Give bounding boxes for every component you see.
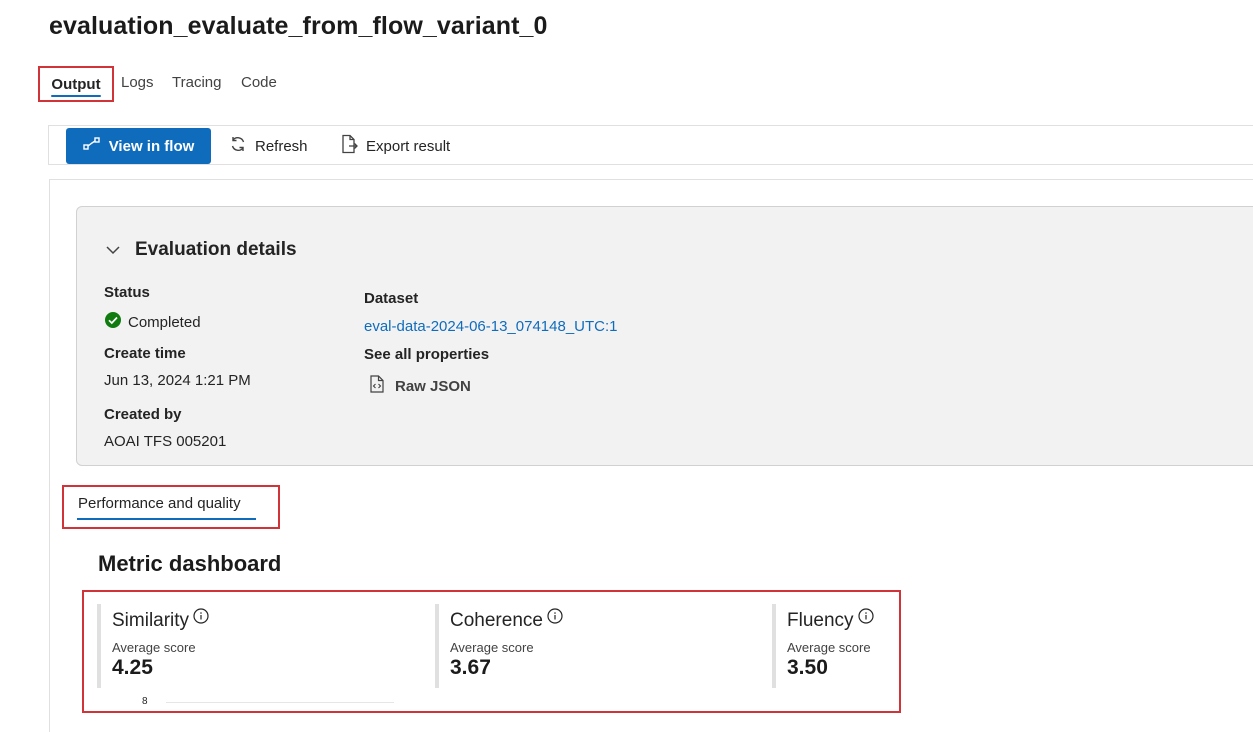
metric-value: 4.25 <box>112 656 153 679</box>
evaluation-details-card: Evaluation details Status Completed Crea… <box>76 206 1253 466</box>
metric-subtitle: Average score <box>787 640 871 655</box>
tab-code[interactable]: Code <box>241 66 277 102</box>
create-time-value: Jun 13, 2024 1:21 PM <box>104 372 251 389</box>
status-text: Completed <box>128 313 201 331</box>
created-by-label: Created by <box>104 406 182 423</box>
refresh-label: Refresh <box>255 137 308 155</box>
see-all-properties-label: See all properties <box>364 346 490 363</box>
metric-name: Fluency <box>787 610 854 631</box>
raw-json-label: Raw JSON <box>395 377 471 395</box>
view-in-flow-label: View in flow <box>108 137 195 155</box>
chart-axis-line <box>166 702 394 703</box>
metric-dashboard-title: Metric dashboard <box>98 551 282 576</box>
tab-selected-indicator <box>51 95 101 97</box>
performance-tab-label: Performance and quality <box>78 495 241 512</box>
flow-icon <box>83 137 101 155</box>
evaluation-details-toggle[interactable]: Evaluation details <box>105 239 297 261</box>
page-title: evaluation_evaluate_from_flow_variant_0 <box>49 12 548 40</box>
metric-value: 3.50 <box>787 656 828 679</box>
refresh-button[interactable]: Refresh <box>229 128 308 164</box>
info-icon[interactable] <box>857 608 874 630</box>
status-value: Completed <box>104 311 201 333</box>
metric-subtitle: Average score <box>450 640 534 655</box>
evaluation-details-title: Evaluation details <box>135 239 297 260</box>
chart-axis-tick: 8 <box>142 696 148 707</box>
dataset-link[interactable]: eval-data-2024-06-13_074148_UTC:1 <box>364 318 618 335</box>
raw-json-button[interactable]: Raw JSON <box>369 375 471 397</box>
metric-card-coherence: Coherence Average score 3.67 <box>435 604 563 688</box>
status-label: Status <box>104 284 150 301</box>
info-icon[interactable] <box>547 608 563 630</box>
create-time-label: Create time <box>104 345 186 362</box>
tab-selected-indicator <box>77 518 256 520</box>
tab-tracing[interactable]: Tracing <box>172 66 221 102</box>
refresh-icon <box>229 135 247 157</box>
metric-card-fluency: Fluency Average score 3.50 <box>772 604 874 688</box>
export-document-icon <box>340 134 358 158</box>
code-file-icon <box>369 375 385 397</box>
dataset-label: Dataset <box>364 290 419 307</box>
export-result-button[interactable]: Export result <box>340 128 450 164</box>
metric-subtitle: Average score <box>112 640 196 655</box>
info-icon[interactable] <box>193 608 209 630</box>
export-result-label: Export result <box>366 137 451 155</box>
page: evaluation_evaluate_from_flow_variant_0 … <box>0 0 1253 732</box>
metric-name: Coherence <box>450 610 543 631</box>
toolbar: View in flow Refresh Export result <box>48 125 1253 165</box>
view-in-flow-button[interactable]: View in flow <box>66 128 211 164</box>
tab-logs[interactable]: Logs <box>121 66 154 102</box>
chevron-down-icon <box>105 239 121 261</box>
check-circle-icon <box>104 311 122 333</box>
metric-name: Similarity <box>112 610 190 631</box>
metric-card-similarity: Similarity Average score 4.25 <box>97 604 209 688</box>
metric-cards-group: Similarity Average score 4.25 Coherence … <box>82 590 901 713</box>
tab-output[interactable]: Output <box>38 66 114 102</box>
created-by-value: AOAI TFS 005201 <box>104 433 227 450</box>
tab-output-label: Output <box>51 76 101 93</box>
tab-performance-and-quality[interactable]: Performance and quality <box>62 485 280 529</box>
metric-value: 3.67 <box>450 656 491 679</box>
